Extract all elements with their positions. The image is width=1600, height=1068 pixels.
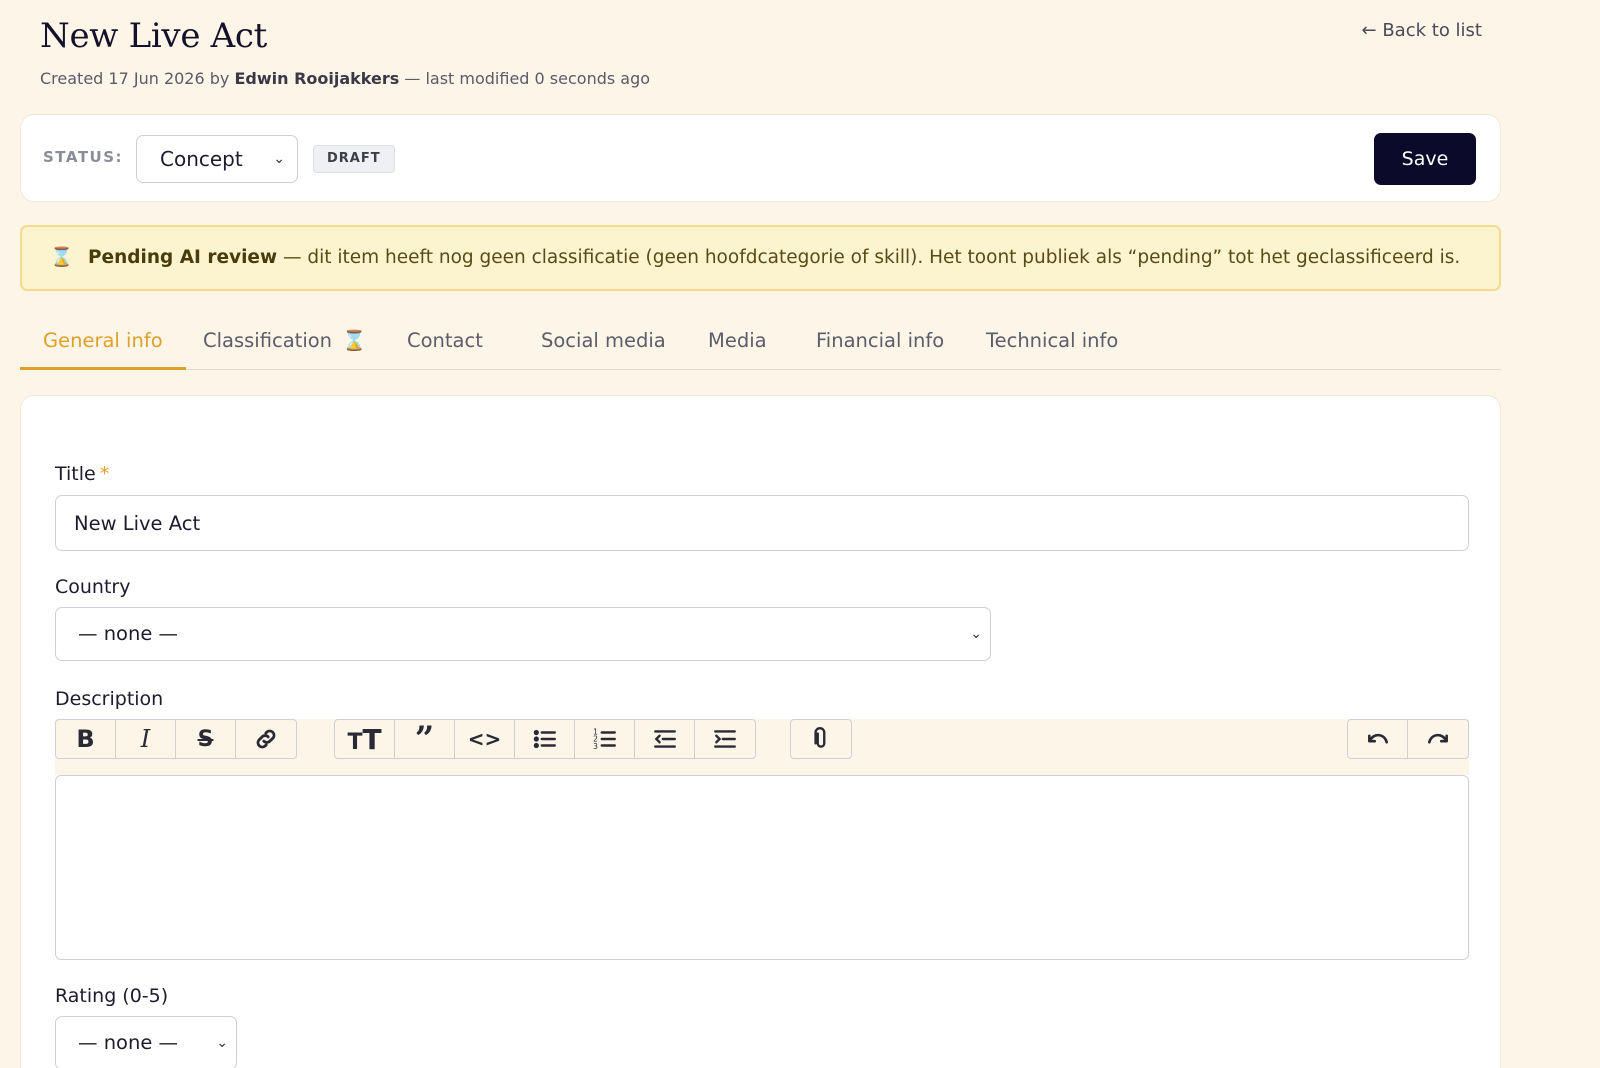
description-label: Description [55,688,164,710]
status-badge: DRAFT [313,145,395,173]
rich-text-toolbar: B I S TT ” <> 123 [55,719,1469,775]
attachment-group [790,719,852,759]
chevron-down-icon: ⌄ [216,1035,228,1051]
tab-technical-info[interactable]: Technical info [986,310,1118,370]
bold-icon[interactable]: B [56,720,116,758]
text-format-group: B I S [55,719,297,759]
meta-modified: — last modified 0 seconds ago [404,69,651,88]
tab-general-info[interactable]: General info [20,310,186,370]
page-header: New Live Act Created 17 Jun 2026 by Edwi… [20,0,1580,112]
page: New Live Act Created 17 Jun 2026 by Edwi… [0,0,1600,1068]
tab-label: Social media [541,329,666,352]
country-label: Country [55,576,131,598]
banner-text: — dit item heeft nog geen classificatie … [277,247,1461,268]
back-to-list-link[interactable]: ← Back to list [1362,20,1482,41]
tab-label: Technical info [986,329,1119,352]
tab-label: Financial info [816,329,945,352]
status-select-value: Concept [160,147,243,171]
code-icon[interactable]: <> [455,720,515,758]
save-button[interactable]: Save [1374,133,1476,185]
redo-icon[interactable] [1408,720,1468,758]
block-format-group: TT ” <> 123 [334,719,756,759]
history-group [1347,719,1469,759]
link-icon[interactable] [236,720,296,758]
title-label-text: Title [55,463,96,485]
hourglass-icon: ⌛ [342,329,367,352]
required-marker: * [99,463,110,485]
hourglass-icon: ⌛ [50,247,74,268]
tab-label: Classification [203,329,333,352]
undo-icon[interactable] [1348,720,1408,758]
italic-icon[interactable]: I [116,720,176,758]
pending-review-banner: ⌛ Pending AI review — dit item heeft nog … [20,225,1501,291]
page-meta: Created 17 Jun 2026 by Edwin Rooijakkers… [40,69,650,88]
status-select[interactable]: Concept ⌄ [136,135,298,183]
meta-created: Created 17 Jun 2026 by [40,69,230,88]
chevron-down-icon: ⌄ [273,151,285,167]
numbered-list-icon[interactable]: 123 [575,720,635,758]
tab-label: Media [708,329,767,352]
tab-label: General info [43,329,163,352]
svg-text:3: 3 [593,742,598,751]
tab-media[interactable]: Media [708,310,767,370]
status-card: STATUS: Concept ⌄ DRAFT Save [20,114,1501,202]
tab-classification[interactable]: Classification ⌛ [203,310,366,370]
tab-contact[interactable]: Contact [407,310,483,370]
meta-author: Edwin Rooijakkers [234,69,400,88]
country-select[interactable]: — none — ⌄ [55,607,991,661]
country-select-value: — none — [78,622,179,645]
rating-select-value: — none — [78,1031,179,1054]
tab-financial-info[interactable]: Financial info [816,310,944,370]
strikethrough-icon[interactable]: S [176,720,236,758]
general-info-form: Title* Country — none — ⌄ Description B … [20,395,1501,1068]
title-label: Title * [55,463,109,485]
title-input[interactable] [55,495,1469,551]
bullet-list-icon[interactable] [515,720,575,758]
chevron-down-icon: ⌄ [970,626,982,642]
tab-bar: General info Classification ⌛ Contact Soc… [20,310,1501,370]
outdent-icon[interactable] [635,720,695,758]
tab-label: Contact [407,329,483,352]
indent-icon[interactable] [695,720,755,758]
description-editor[interactable] [55,775,1469,960]
banner-title: Pending AI review [88,247,278,268]
heading-icon[interactable]: TT [335,720,395,758]
rating-label: Rating (0-5) [55,985,169,1007]
quote-icon[interactable]: ” [395,720,455,758]
rating-select[interactable]: — none — ⌄ [55,1016,237,1068]
page-title: New Live Act [40,16,268,56]
tab-social-media[interactable]: Social media [541,310,666,370]
status-label: STATUS: [43,148,124,166]
attachment-icon[interactable] [791,720,851,758]
